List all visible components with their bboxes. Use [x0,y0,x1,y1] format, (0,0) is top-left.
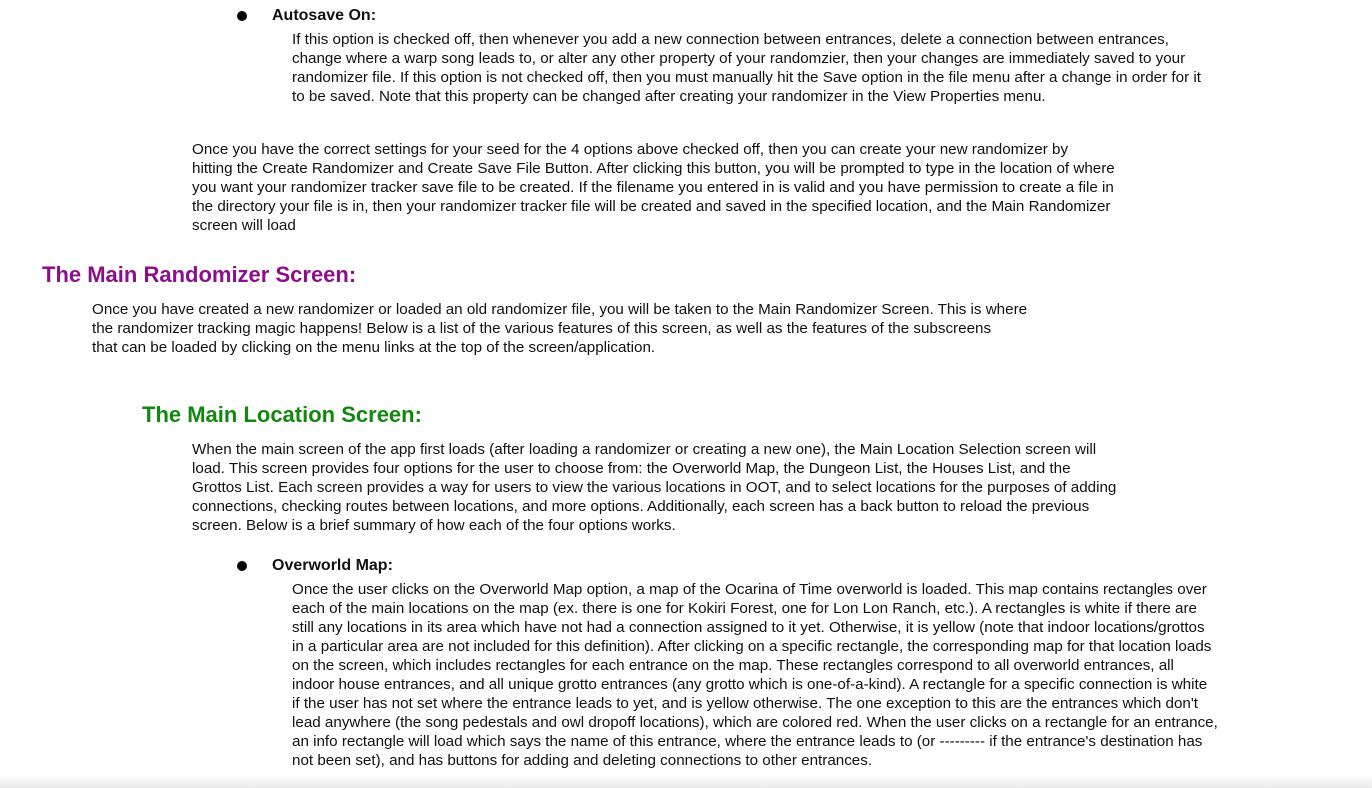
text-line: the randomizer tracking magic happens! B… [92,320,992,337]
text-line: to be saved. Note that this property can… [292,88,1046,105]
text-line: randomizer file. If this option is not c… [292,69,1201,86]
text-line: in a particular area are not included fo… [292,638,1212,655]
text-line: the directory your file is in, then your… [192,198,1111,215]
text-line: connections, checking routes between loc… [192,498,1090,515]
text-line: if the user has not set where the entran… [292,695,1198,712]
bullet-marker [237,11,247,21]
text-line: change where a warp song leads to, or al… [292,50,1186,67]
text-line: If this option is checked off, then when… [292,31,1169,48]
text-line: Once you have the correct settings for y… [192,141,1069,158]
text-line: an info rectangle will load which says t… [292,733,1203,750]
text-line: indoor house entrances, and all unique g… [292,676,1208,693]
text-line: hitting the Create Randomizer and Create… [192,160,1115,177]
text-line: on the screen, which includes rectangles… [292,657,1174,674]
main-location-screen-heading: The Main Location Screen: [142,402,422,427]
main-randomizer-screen-paragraph: Once you have created a new randomizer o… [92,300,1027,357]
overworld-map-title: Overworld Map: [272,557,393,574]
text-line: lead anywhere (the song pedestals and ow… [292,714,1218,731]
text-line: When the main screen of the app first lo… [192,441,1097,458]
autosave-description: If this option is checked off, then when… [292,30,1201,106]
create-randomizer-paragraph: Once you have the correct settings for y… [192,140,1115,235]
text-line: Once the user clicks on the Overworld Ma… [292,581,1207,598]
overworld-map-description: Once the user clicks on the Overworld Ma… [292,580,1218,770]
text-line: not been set), and has buttons for addin… [292,752,873,769]
text-line: Grottos List. Each screen provides a way… [192,479,1117,496]
window-bottom-edge [0,774,1372,788]
text-line: each of the main locations on the map (e… [292,600,1197,617]
main-randomizer-screen-heading: The Main Randomizer Screen: [42,262,357,287]
text-line: you want your randomizer tracker save fi… [192,179,1114,196]
main-location-screen-paragraph: When the main screen of the app first lo… [192,440,1116,535]
text-line: screen. Below is a brief summary of how … [192,517,676,534]
bullet-marker [237,561,247,571]
text-line: Once you have created a new randomizer o… [92,301,1028,318]
autosave-option-title: Autosave On: [272,7,377,24]
text-line: that can be loaded by clicking on the me… [92,339,656,356]
text-line: still any locations in its area which ha… [292,619,1205,636]
text-line: load. This screen provides four options … [192,460,1071,477]
text-line: screen will load [192,217,296,234]
